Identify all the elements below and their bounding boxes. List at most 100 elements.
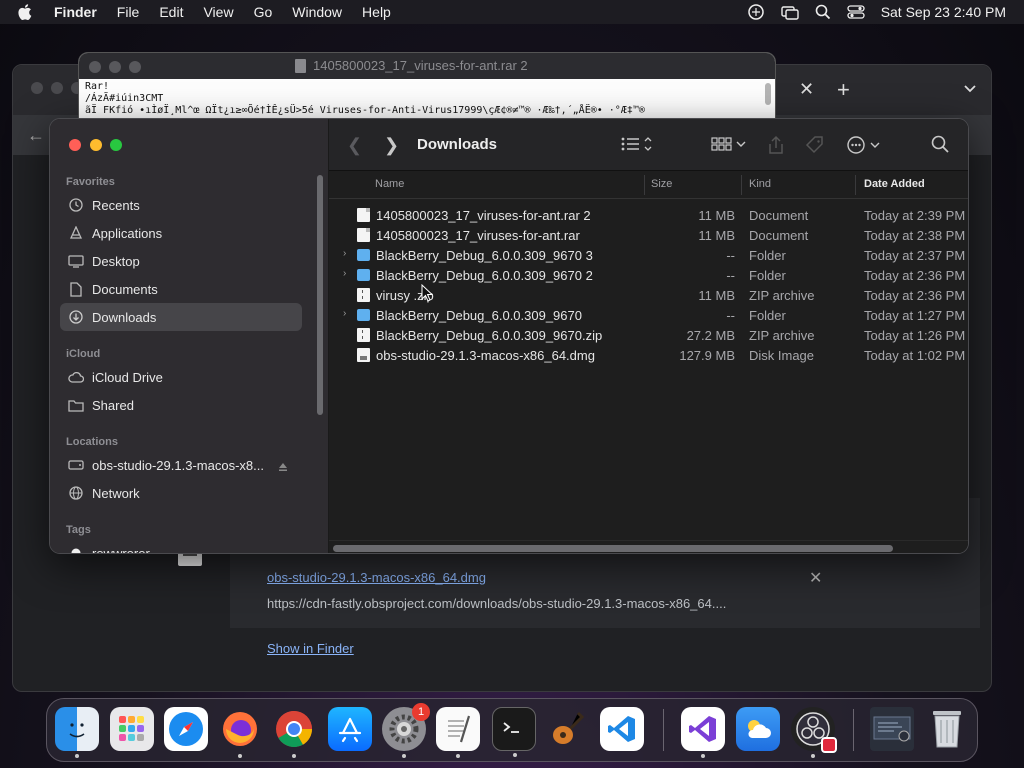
menu-help[interactable]: Help xyxy=(362,4,391,20)
column-divider[interactable] xyxy=(741,175,742,195)
download-filename-link[interactable]: obs-studio-29.1.3-macos-x86_64.dmg xyxy=(267,570,486,585)
editor-close-dot[interactable] xyxy=(89,61,101,73)
menu-edit[interactable]: Edit xyxy=(159,4,183,20)
finder-icon[interactable] xyxy=(55,707,99,758)
sidebar-item-tag[interactable]: rewwrerer xyxy=(60,539,302,553)
file-date-added: Today at 2:39 PM xyxy=(864,208,966,223)
sidebar-item-obs-disk[interactable]: obs-studio-29.1.3-macos-x8... xyxy=(60,451,302,479)
tab-close-icon[interactable]: ✕ xyxy=(799,79,814,100)
file-row[interactable]: › BlackBerry_Debug_6.0.0.309_9670 -- Folder… xyxy=(329,305,968,325)
column-divider[interactable] xyxy=(644,175,645,195)
editor-zoom-dot[interactable] xyxy=(129,61,141,73)
apple-menu-icon[interactable] xyxy=(18,0,38,24)
browser-back-icon[interactable]: ← xyxy=(27,125,45,146)
action-menu-icon[interactable] xyxy=(847,135,883,160)
zip-file-icon xyxy=(357,328,370,342)
group-by-icon[interactable] xyxy=(711,135,747,158)
downloads-stack-icon[interactable] xyxy=(870,707,914,751)
menu-app-name[interactable]: Finder xyxy=(54,4,97,20)
folder-icon xyxy=(357,309,370,321)
trash-icon[interactable] xyxy=(925,707,969,751)
download-url: https://cdn-fastly.obsproject.com/downlo… xyxy=(267,596,727,611)
running-indicator xyxy=(811,754,815,758)
new-tab-icon[interactable]: + xyxy=(837,77,850,103)
sidebar-item-recents[interactable]: Recents xyxy=(60,191,302,219)
file-row[interactable]: 1405800023_17_viruses-for-ant.rar 11 MB Do… xyxy=(329,225,968,245)
mirroring-icon[interactable] xyxy=(780,4,799,20)
column-size[interactable]: Size xyxy=(651,178,672,190)
column-divider[interactable] xyxy=(855,175,856,195)
screen-share-icon[interactable] xyxy=(747,3,765,21)
menu-window[interactable]: Window xyxy=(292,4,342,20)
editor-minimize-dot[interactable] xyxy=(109,61,121,73)
horizontal-scrollbar[interactable] xyxy=(329,540,968,553)
file-size: 11 MB xyxy=(698,228,735,243)
obs-icon[interactable] xyxy=(791,707,837,758)
menu-view[interactable]: View xyxy=(203,4,233,20)
running-indicator xyxy=(701,754,705,758)
file-row[interactable]: 1405800023_17_viruses-for-ant.rar 2 11 MB… xyxy=(329,205,968,225)
show-in-finder-link[interactable]: Show in Finder xyxy=(267,641,354,656)
icloud-section-label: iCloud xyxy=(66,348,101,360)
download-icon xyxy=(68,309,84,325)
file-row[interactable]: obs-studio-29.1.3-macos-x86_64.dmg 127.9 … xyxy=(329,345,968,365)
back-chevron-icon[interactable]: ❮ xyxy=(347,135,362,156)
firefox-icon[interactable] xyxy=(218,707,262,758)
sidebar-item-network[interactable]: Network xyxy=(60,479,302,507)
system-settings-icon[interactable]: 1 xyxy=(382,703,430,758)
column-name[interactable]: Name xyxy=(375,178,404,190)
file-row[interactable]: BlackBerry_Debug_6.0.0.309_9670.zip 27.2 … xyxy=(329,325,968,345)
sidebar-scrollbar[interactable] xyxy=(317,175,323,415)
spotlight-search-icon[interactable] xyxy=(815,4,831,20)
sidebar-item-icloud-drive[interactable]: iCloud Drive xyxy=(60,363,302,391)
tag-icon[interactable] xyxy=(805,135,825,160)
chrome-icon[interactable] xyxy=(272,707,316,758)
column-date-added[interactable]: Date Added xyxy=(864,178,925,190)
disclosure-chevron-icon[interactable]: › xyxy=(343,268,346,279)
chrome-close-dot[interactable] xyxy=(31,82,43,94)
horizontal-scroll-thumb[interactable] xyxy=(333,545,893,552)
sidebar-item-downloads[interactable]: Downloads xyxy=(60,303,302,331)
menu-file[interactable]: File xyxy=(117,4,140,20)
list-view-icon[interactable] xyxy=(621,135,653,158)
sidebar-item-documents[interactable]: Documents xyxy=(60,275,302,303)
finder-content: ❮ ❯ Downloads Name Size Kind Date Added … xyxy=(329,119,968,553)
column-kind[interactable]: Kind xyxy=(749,178,771,190)
sidebar-item-shared[interactable]: Shared xyxy=(60,391,302,419)
minimize-button[interactable] xyxy=(90,139,102,151)
safari-icon[interactable] xyxy=(164,707,208,751)
control-center-icon[interactable] xyxy=(847,4,865,20)
search-icon[interactable] xyxy=(931,135,949,158)
app-store-icon[interactable] xyxy=(328,707,372,751)
disclosure-chevron-icon[interactable]: › xyxy=(343,308,346,319)
menu-clock[interactable]: Sat Sep 23 2:40 PM xyxy=(881,4,1006,20)
file-row[interactable]: › BlackBerry_Debug_6.0.0.309_9670 3 -- Fold… xyxy=(329,245,968,265)
terminal-icon[interactable] xyxy=(492,707,536,757)
zoom-button[interactable] xyxy=(110,139,122,151)
tab-search-chevron-icon[interactable] xyxy=(963,81,979,97)
editor-scrollbar[interactable] xyxy=(765,83,771,105)
vscode-icon[interactable] xyxy=(600,707,644,751)
download-remove-icon[interactable]: ✕ xyxy=(809,568,822,588)
close-button[interactable] xyxy=(69,139,81,151)
eject-icon[interactable] xyxy=(278,459,288,471)
garageband-icon[interactable] xyxy=(546,707,590,751)
menu-go[interactable]: Go xyxy=(254,4,273,20)
text-editor-content[interactable]: Rar!/ÁzÃ#iúi̇n3CMT ãÏ FKfió •ıÌøÏ¸Ml^œ ΩÏ… xyxy=(79,79,775,119)
forward-chevron-icon[interactable]: ❯ xyxy=(384,135,399,156)
file-kind: ZIP archive xyxy=(749,328,815,343)
launchpad-icon[interactable] xyxy=(110,707,154,751)
sidebar-item-desktop[interactable]: Desktop xyxy=(60,247,302,275)
visual-studio-icon[interactable] xyxy=(681,707,725,758)
sidebar-item-applications[interactable]: Applications xyxy=(60,219,302,247)
chrome-minimize-dot[interactable] xyxy=(51,82,63,94)
file-row[interactable]: › BlackBerry_Debug_6.0.0.309_9670 2 -- Fold… xyxy=(329,265,968,285)
disclosure-chevron-icon[interactable]: › xyxy=(343,248,346,259)
favorites-section-label: Favorites xyxy=(66,176,115,188)
icloud-weather-icon[interactable] xyxy=(736,707,780,751)
share-icon[interactable] xyxy=(767,135,785,160)
textedit-icon[interactable] xyxy=(436,707,480,758)
dock-separator xyxy=(853,709,854,751)
dock-separator xyxy=(663,709,664,751)
text-editor-title[interactable]: 1405800023_17_viruses-for-ant.rar 2 xyxy=(313,58,528,73)
